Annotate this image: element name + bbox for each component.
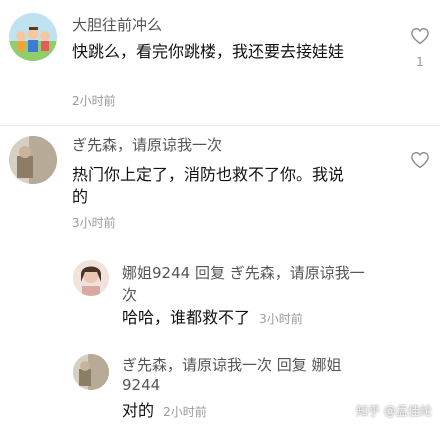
comment-item: ぎ先森，请原谅我一次 热门你上定了，消防也救不了你。我说 的 3小时前 (0, 126, 440, 236)
reply-header-line-1[interactable]: ぎ先森，请原谅我一次 回复 娜姐 (122, 354, 342, 375)
reply-body: 对的 2小时前 (122, 400, 207, 422)
reply-header-line-1[interactable]: 娜姐9244 回复 ぎ先森，请原谅我一 (122, 262, 365, 283)
heart-icon (411, 151, 429, 169)
comment-item: 大胆往前冲么 快跳么，看完你跳楼，我还要去接娃娃 2小时前 1 (0, 0, 440, 125)
reply-avatar[interactable] (73, 354, 109, 390)
reply-timestamp: 3小时前 (259, 312, 303, 326)
heart-icon (411, 27, 429, 45)
avatar[interactable] (9, 13, 57, 61)
comment-username[interactable]: 大胆往前冲么 (72, 14, 162, 35)
avatar-photo (73, 260, 109, 296)
comment-text-line-2: 的 (72, 187, 89, 206)
reply-timestamp: 2小时前 (163, 405, 207, 419)
like-button[interactable]: 1 (408, 27, 432, 69)
reply-item: 娜姐9244 回复 ぎ先森，请原谅我一 次 哈哈，谁都救不了 3小时前 (0, 256, 440, 336)
comment-text: 快跳么，看完你跳楼，我还要去接娃娃 (72, 42, 345, 61)
comment-text-line-1: 热门你上定了，消防也救不了你。我说 (72, 165, 345, 184)
reply-header-line-2: 9244 (122, 376, 161, 394)
avatar-photo (9, 136, 57, 184)
comment-timestamp: 3小时前 (72, 216, 116, 230)
comment-timestamp: 2小时前 (72, 94, 116, 108)
reply-body: 哈哈，谁都救不了 3小时前 (122, 307, 303, 329)
reply-text: 对的 (122, 401, 155, 420)
avatar-photo (73, 354, 109, 390)
like-count: 1 (416, 55, 424, 69)
avatar-illustration (9, 13, 57, 61)
reply-header-line-2: 次 (122, 286, 138, 304)
avatar[interactable] (9, 136, 57, 184)
like-button[interactable] (408, 151, 432, 175)
watermark: 知乎 @孟佳纶 (356, 404, 432, 418)
comment-username[interactable]: ぎ先森，请原谅我一次 (72, 134, 222, 155)
reply-text: 哈哈，谁都救不了 (122, 308, 251, 327)
reply-avatar[interactable] (73, 260, 109, 296)
